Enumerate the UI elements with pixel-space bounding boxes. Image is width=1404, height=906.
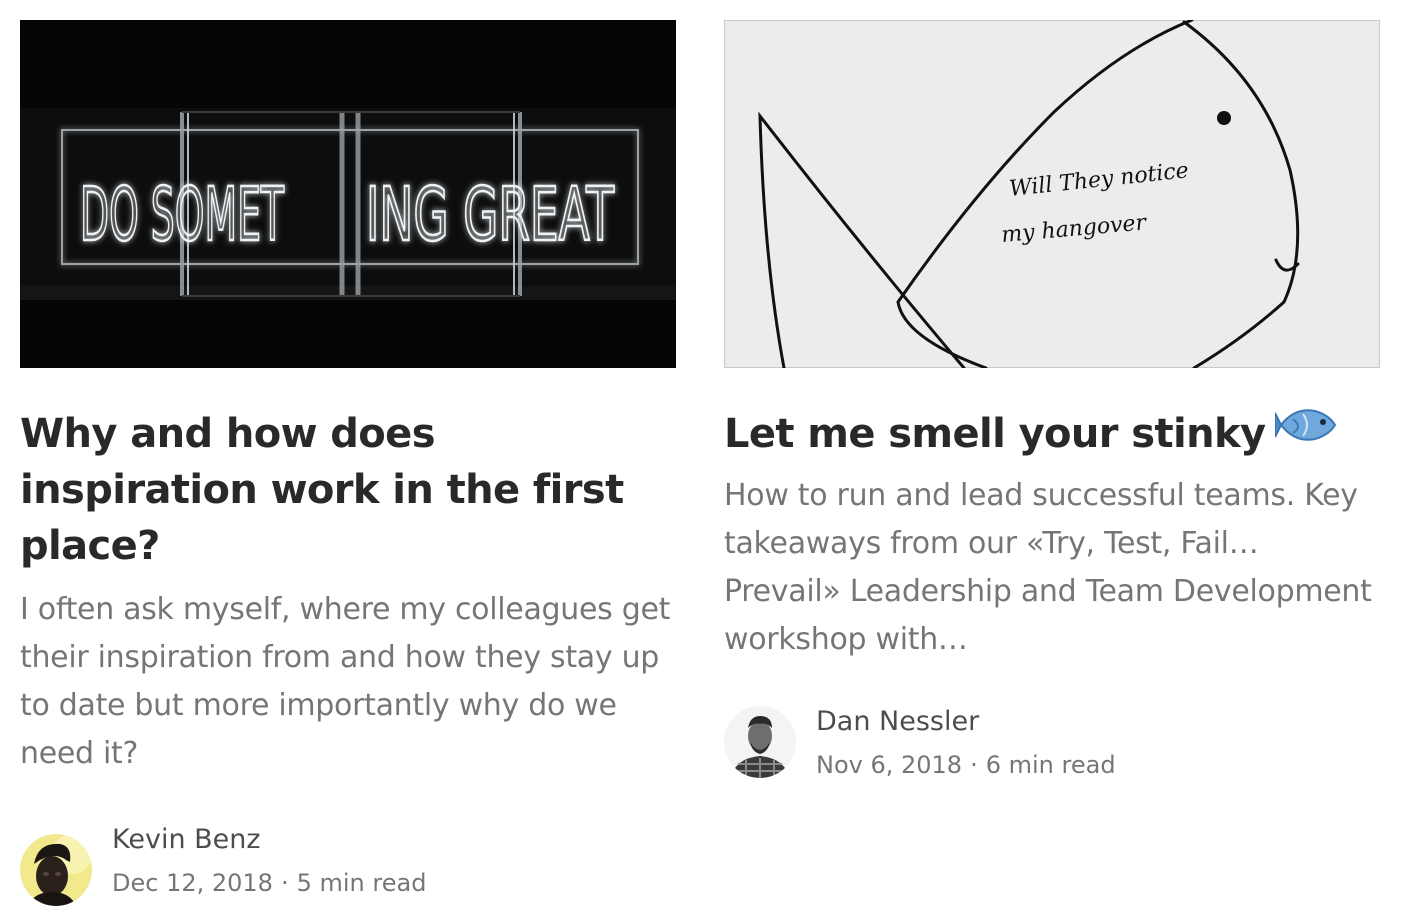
post-meta: Nov 6, 2018 · 6 min read	[816, 747, 1116, 783]
svg-text:ING GREAT: ING GREAT	[366, 172, 614, 258]
article-card-inspiration[interactable]: DO SOMET ING GREAT Why and how does insp…	[20, 20, 676, 906]
meta-separator: ·	[280, 869, 289, 897]
article-byline: Dan Nessler Nov 6, 2018 · 6 min read	[724, 704, 1380, 784]
neon-sign-image: DO SOMET ING GREAT	[20, 20, 676, 368]
svg-text:DO SOMET: DO SOMET	[80, 172, 284, 258]
read-time: 6 min read	[985, 751, 1116, 779]
article-image-fish[interactable]: Will They notice my hangover	[724, 20, 1380, 368]
avatar-photo-kevin	[20, 834, 92, 906]
post-meta: Dec 12, 2018 · 5 min read	[112, 865, 426, 901]
article-subtitle[interactable]: I often ask myself, where my colleagues …	[20, 586, 676, 778]
read-time: 5 min read	[296, 869, 427, 897]
author-name[interactable]: Dan Nessler	[816, 704, 1116, 740]
article-title[interactable]: Why and how does inspiration work in the…	[20, 406, 676, 574]
author-avatar[interactable]	[20, 834, 92, 906]
post-date: Nov 6, 2018	[816, 751, 963, 779]
article-image-neon[interactable]: DO SOMET ING GREAT	[20, 20, 676, 368]
post-date: Dec 12, 2018	[112, 869, 273, 897]
article-card-team[interactable]: Will They notice my hangover Let me smel…	[724, 20, 1380, 784]
byline-meta: Dan Nessler Nov 6, 2018 · 6 min read	[816, 704, 1116, 783]
author-name[interactable]: Kevin Benz	[112, 822, 426, 858]
fish-emoji-icon	[1274, 404, 1337, 460]
byline-meta: Kevin Benz Dec 12, 2018 · 5 min read	[112, 822, 426, 901]
article-byline: Kevin Benz Dec 12, 2018 · 5 min read	[20, 822, 676, 906]
article-subtitle[interactable]: How to run and lead successful teams. Ke…	[724, 472, 1380, 664]
author-avatar[interactable]	[718, 700, 802, 784]
meta-separator: ·	[970, 751, 978, 779]
fish-drawing-image: Will They notice my hangover	[724, 20, 1380, 368]
avatar-photo-dan	[724, 706, 796, 778]
article-title[interactable]: Let me smell your stinky	[724, 406, 1380, 464]
article-title-text: Let me smell your stinky	[724, 411, 1266, 457]
